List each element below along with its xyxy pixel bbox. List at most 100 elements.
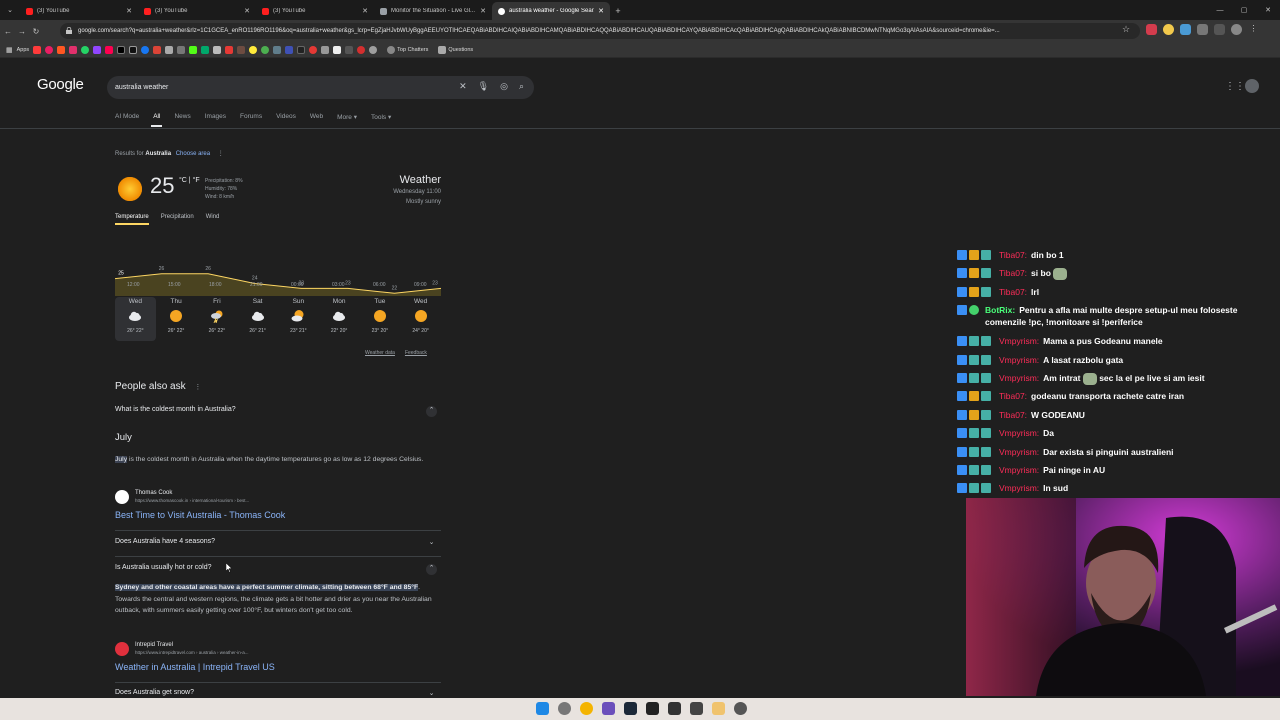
questions-bookmark[interactable]: Questions bbox=[438, 45, 473, 54]
lens-camera-icon[interactable]: ◎ bbox=[500, 81, 508, 92]
close-tab-icon[interactable]: ✕ bbox=[598, 7, 604, 15]
chat-username[interactable]: Vmpyrism: bbox=[999, 428, 1039, 438]
folder-icon[interactable] bbox=[712, 702, 725, 715]
tab-precipitation[interactable]: Precipitation bbox=[161, 214, 194, 225]
bookmark-icon[interactable] bbox=[273, 45, 282, 54]
chat-username[interactable]: Vmpyrism: bbox=[999, 483, 1039, 493]
bookmark-icon[interactable] bbox=[261, 45, 270, 54]
chat-username[interactable]: Tiba07: bbox=[999, 268, 1027, 278]
paa-question-2[interactable]: Does Australia have 4 seasons? ⌄ bbox=[115, 538, 441, 546]
chat-username[interactable]: Vmpyrism: bbox=[999, 465, 1039, 475]
chat-username[interactable]: Tiba07: bbox=[999, 250, 1027, 260]
x-icon[interactable] bbox=[117, 45, 126, 54]
chevron-down-icon[interactable]: ⌄ bbox=[426, 538, 437, 549]
whatsapp-icon[interactable] bbox=[81, 45, 90, 54]
bookmark-icon[interactable] bbox=[285, 45, 294, 54]
bookmark-icon[interactable] bbox=[297, 45, 306, 54]
extension-icon[interactable] bbox=[1146, 24, 1157, 35]
youtube-icon[interactable] bbox=[33, 45, 42, 54]
day-forecast-wed[interactable]: Wed 24° 20° bbox=[400, 297, 441, 341]
maximize-icon[interactable]: ▢ bbox=[1232, 0, 1256, 20]
new-tab-button[interactable]: + bbox=[610, 2, 626, 20]
bookmark-icon[interactable] bbox=[45, 45, 54, 54]
close-tab-icon[interactable]: ✕ bbox=[362, 7, 368, 15]
browser-tab[interactable]: Monitor the Situation - Live Gl... ✕ bbox=[374, 2, 492, 20]
twitch-icon[interactable] bbox=[93, 45, 102, 54]
filter-web[interactable]: Web bbox=[310, 113, 323, 121]
filter-news[interactable]: News bbox=[174, 113, 190, 121]
steam-icon[interactable] bbox=[624, 702, 637, 715]
browser-tab[interactable]: (3) YouTube ✕ bbox=[256, 2, 374, 20]
tiktok-icon[interactable] bbox=[129, 45, 138, 54]
paa-question-3[interactable]: Is Australia usually hot or cold? ⌃ bbox=[115, 564, 441, 575]
gmail-icon[interactable] bbox=[153, 45, 162, 54]
search-icon[interactable]: ⌕ bbox=[519, 81, 524, 92]
bookmark-icon[interactable] bbox=[345, 45, 354, 54]
facebook-icon[interactable] bbox=[141, 45, 150, 54]
profile-avatar[interactable] bbox=[1231, 24, 1242, 35]
source-title-link[interactable]: Best Time to Visit Australia - Thomas Co… bbox=[115, 510, 285, 520]
site-info-icon[interactable] bbox=[66, 27, 72, 34]
chevron-up-icon[interactable]: ⌃ bbox=[426, 406, 437, 417]
browser-tab-active[interactable]: australia weather - Google Sear... ✕ bbox=[492, 2, 610, 20]
chat-username[interactable]: Vmpyrism: bbox=[999, 373, 1039, 383]
chat-username[interactable]: Vmpyrism: bbox=[999, 336, 1039, 346]
filter-ai-mode[interactable]: AI Mode bbox=[115, 113, 139, 121]
feedback-link[interactable]: Feedback bbox=[405, 350, 427, 356]
bookmark-icon[interactable] bbox=[309, 45, 318, 54]
tab-temperature[interactable]: Temperature bbox=[115, 214, 149, 225]
windows-start-icon[interactable] bbox=[536, 702, 549, 715]
bookmark-icon[interactable] bbox=[249, 45, 258, 54]
google-logo[interactable]: Google bbox=[37, 76, 84, 93]
day-forecast-thu[interactable]: Thu 26° 22° bbox=[156, 297, 197, 341]
side-panel-icon[interactable] bbox=[1214, 24, 1225, 35]
unit-toggle[interactable]: °C | °F bbox=[179, 177, 200, 184]
filter-all[interactable]: All bbox=[151, 113, 163, 127]
account-avatar[interactable] bbox=[1245, 79, 1259, 93]
app-icon[interactable] bbox=[602, 702, 615, 715]
bookmark-star-icon[interactable]: ☆ bbox=[1122, 24, 1130, 35]
browser-tab[interactable]: (3) YouTube ✕ bbox=[20, 2, 138, 20]
chevron-up-icon[interactable]: ⌃ bbox=[426, 564, 437, 575]
extensions-puzzle-icon[interactable] bbox=[1197, 24, 1208, 35]
bookmark-icon[interactable] bbox=[321, 45, 330, 54]
day-forecast-sun[interactable]: Sun 23° 21° bbox=[278, 297, 319, 341]
filter-more[interactable]: More ▾ bbox=[337, 113, 357, 121]
filter-forums[interactable]: Forums bbox=[240, 113, 262, 121]
day-forecast-mon[interactable]: Mon 22° 20° bbox=[319, 297, 360, 341]
bookmark-icon[interactable] bbox=[369, 45, 378, 54]
close-tab-icon[interactable]: ✕ bbox=[244, 7, 250, 15]
apps-bookmark[interactable]: Apps bbox=[17, 47, 30, 53]
chat-username[interactable]: Vmpyrism: bbox=[999, 355, 1039, 365]
app-icon[interactable] bbox=[690, 702, 703, 715]
choose-area-link[interactable]: Choose area bbox=[176, 151, 210, 157]
top-chatters-bookmark[interactable]: Top Chatters bbox=[387, 45, 428, 54]
close-tab-icon[interactable]: ✕ bbox=[480, 7, 486, 15]
extension-icon[interactable] bbox=[1180, 24, 1191, 35]
filter-tools[interactable]: Tools ▾ bbox=[371, 113, 391, 121]
bookmark-icon[interactable] bbox=[165, 45, 174, 54]
app-icon[interactable] bbox=[734, 702, 747, 715]
extension-icon[interactable] bbox=[1163, 24, 1174, 35]
tab-search-icon[interactable]: ⌄ bbox=[0, 0, 20, 20]
address-bar[interactable]: google.com/search?q=australia+weather&rl… bbox=[60, 23, 1140, 39]
close-tab-icon[interactable]: ✕ bbox=[126, 7, 132, 15]
chat-username[interactable]: BotRix: bbox=[985, 305, 1015, 315]
minimize-icon[interactable]: — bbox=[1208, 0, 1232, 20]
search-box[interactable]: australia weather ✕ 🎙︎ ◎ ⌕ bbox=[107, 76, 534, 99]
filter-images[interactable]: Images bbox=[205, 113, 226, 121]
close-window-icon[interactable]: ✕ bbox=[1256, 0, 1280, 20]
bookmark-icon[interactable] bbox=[225, 45, 234, 54]
day-forecast-fri[interactable]: Fri 26° 22° bbox=[197, 297, 238, 341]
reload-icon[interactable]: ↻ bbox=[30, 27, 42, 36]
weather-data-link[interactable]: Weather data bbox=[365, 350, 395, 356]
bookmark-icon[interactable] bbox=[105, 45, 114, 54]
menu-dots-icon[interactable]: ⋮ bbox=[1248, 24, 1259, 35]
bookmark-icon[interactable] bbox=[57, 45, 66, 54]
back-icon[interactable]: ← bbox=[2, 27, 14, 36]
more-options-icon[interactable]: ⋮ bbox=[218, 151, 224, 157]
instagram-icon[interactable] bbox=[69, 45, 78, 54]
day-forecast-sat[interactable]: Sat 26° 21° bbox=[237, 297, 278, 341]
day-forecast-wed[interactable]: Wed 26° 22° bbox=[115, 297, 156, 341]
bookmark-icon[interactable] bbox=[201, 45, 210, 54]
